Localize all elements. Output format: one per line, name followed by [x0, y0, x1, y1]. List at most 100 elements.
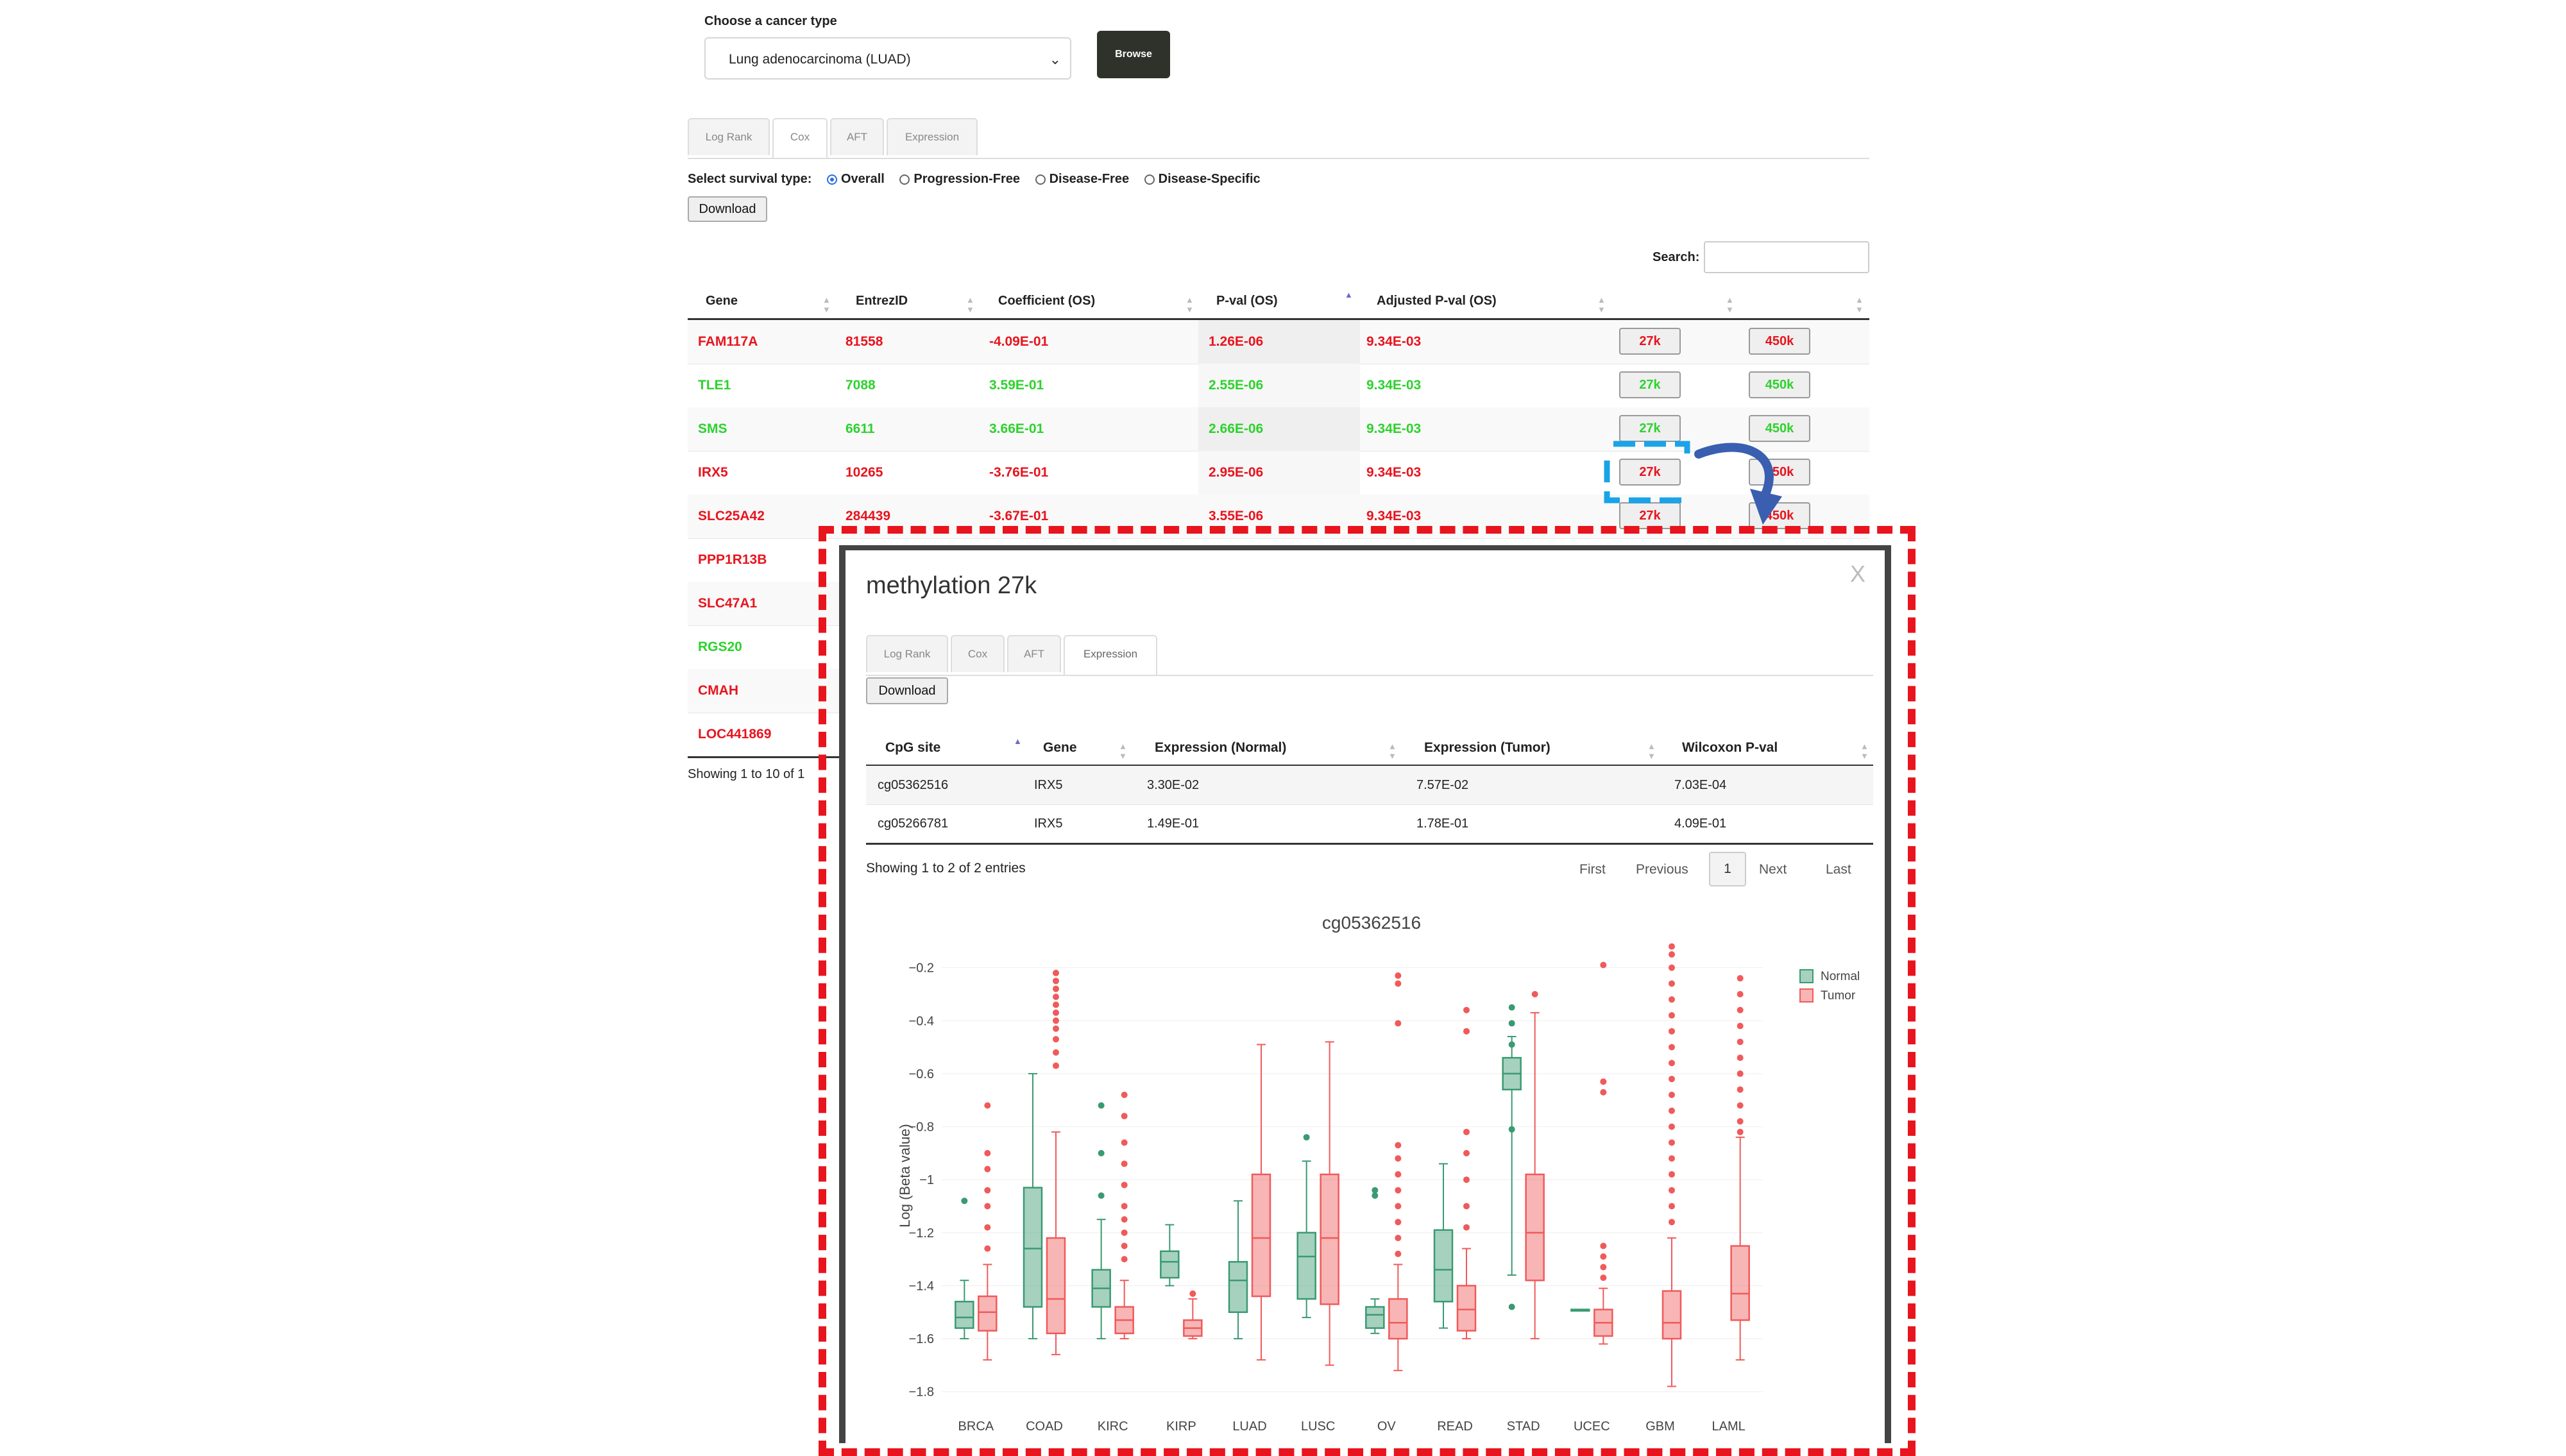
- outlier-point: [1121, 1242, 1128, 1249]
- outlier-point: [1395, 1155, 1402, 1162]
- outlier-point: [984, 1203, 991, 1210]
- sort-icon: ▲ ▼: [966, 295, 974, 314]
- gene-cell[interactable]: PPP1R13B: [698, 552, 767, 568]
- legend-label: Tumor: [1821, 989, 1856, 1003]
- modal-tab-expression[interactable]: Expression: [1064, 635, 1157, 675]
- col-wilcoxon[interactable]: Wilcoxon P-val: [1682, 740, 1778, 756]
- y-axis-label: Log (Beta value): [897, 1124, 913, 1227]
- adj-pval-cell: 9.34E-03: [1366, 465, 1422, 480]
- y-tick-label: −1.8: [909, 1385, 934, 1400]
- radio-progression-free[interactable]: Progression-Free: [899, 172, 1020, 186]
- col-gene[interactable]: Gene: [706, 294, 738, 309]
- modal-tab-log-rank[interactable]: Log Rank: [866, 635, 948, 672]
- btn-27k[interactable]: 27k: [1619, 371, 1681, 398]
- outlier-point: [1531, 990, 1538, 997]
- outlier-point: [1737, 1128, 1744, 1135]
- gene-cell[interactable]: SMS: [698, 421, 727, 437]
- legend-label: Normal: [1821, 970, 1860, 983]
- gene-cell[interactable]: IRX5: [698, 465, 728, 480]
- gene-cell[interactable]: RGS20: [698, 639, 742, 655]
- gene-cell[interactable]: SLC47A1: [698, 596, 757, 611]
- col-expr-normal[interactable]: Expression (Normal): [1155, 740, 1286, 756]
- x-tick-label: GBM: [1645, 1419, 1675, 1434]
- outlier-point: [1053, 969, 1059, 976]
- outlier-point: [1098, 1149, 1105, 1156]
- gene-cell[interactable]: SLC25A42: [698, 509, 765, 524]
- col-gene[interactable]: Gene: [1043, 740, 1077, 756]
- col-entrezid[interactable]: EntrezID: [856, 294, 908, 309]
- pval-cell: 3.55E-06: [1209, 509, 1264, 523]
- outlier-point: [984, 1149, 991, 1156]
- pager-last[interactable]: Last: [1826, 862, 1851, 877]
- adj-pval-cell: 9.34E-03: [1366, 509, 1422, 523]
- outlier-point: [1463, 1203, 1470, 1210]
- download-button[interactable]: Download: [688, 196, 767, 222]
- tab-expression[interactable]: Expression: [887, 118, 978, 155]
- expr-normal-cell: 3.30E-02: [1147, 778, 1200, 792]
- cancer-type-select[interactable]: Lung adenocarcinoma (LUAD) ⌄: [704, 37, 1071, 80]
- outlier-point: [1669, 1203, 1675, 1210]
- close-icon[interactable]: X: [1850, 561, 1865, 588]
- col-expr-tumor[interactable]: Expression (Tumor): [1424, 740, 1551, 756]
- radio-overall[interactable]: Overall: [827, 172, 885, 186]
- btn-450k[interactable]: 450k: [1749, 371, 1810, 398]
- cancer-type-label: Choose a cancer type: [704, 14, 837, 28]
- col-coefficient[interactable]: Coefficient (OS): [998, 294, 1095, 309]
- wilcoxon-cell: 4.09E-01: [1674, 817, 1727, 831]
- gene-cell[interactable]: CMAH: [698, 683, 738, 698]
- radio-disease-free[interactable]: Disease-Free: [1035, 172, 1129, 186]
- col-cpg-site[interactable]: CpG site: [885, 740, 940, 756]
- outlier-point: [1121, 1091, 1128, 1098]
- pval-cell: 2.95E-06: [1209, 465, 1264, 480]
- legend-swatch: [1799, 969, 1814, 983]
- pager-first[interactable]: First: [1579, 862, 1606, 877]
- box-tumor: [1388, 1298, 1408, 1340]
- gene-cell[interactable]: TLE1: [698, 378, 731, 393]
- outlier-point: [1053, 985, 1059, 992]
- outlier-point: [1669, 964, 1675, 971]
- sort-icon: ▲ ▼: [1860, 741, 1869, 761]
- pval-cell: 2.66E-06: [1209, 421, 1264, 436]
- tab-log-rank[interactable]: Log Rank: [688, 118, 770, 155]
- modal-tab-aft[interactable]: AFT: [1007, 635, 1061, 672]
- outlier-point: [984, 1102, 991, 1109]
- tab-aft[interactable]: AFT: [830, 118, 884, 155]
- tab-cox[interactable]: Cox: [772, 118, 828, 158]
- box-plot-chart: cg05362516−0.2−0.4−0.6−0.8−1−1.2−1.4−1.6…: [897, 913, 1860, 1434]
- radio-disease-specific[interactable]: Disease-Specific: [1144, 172, 1261, 186]
- btn-27k[interactable]: 27k: [1619, 328, 1681, 355]
- col-adj-pval[interactable]: Adjusted P-val (OS): [1377, 294, 1497, 309]
- btn-450k[interactable]: 450k: [1749, 328, 1810, 355]
- cpg-cell: cg05266781: [878, 817, 949, 831]
- y-tick-label: −0.6: [909, 1067, 934, 1081]
- entrez-cell: 81558: [845, 334, 883, 349]
- y-tick-label: −1.6: [909, 1332, 934, 1346]
- outlier-point: [1098, 1192, 1105, 1199]
- modal-tab-cox[interactable]: Cox: [951, 635, 1005, 672]
- outlier-point: [1737, 1022, 1744, 1029]
- outlier-point: [1053, 1049, 1059, 1056]
- outlier-point: [1737, 1006, 1744, 1013]
- modal-download-button[interactable]: Download: [866, 677, 948, 704]
- pager-next[interactable]: Next: [1759, 862, 1787, 877]
- outlier-point: [1669, 1044, 1675, 1051]
- search-input[interactable]: [1704, 241, 1869, 273]
- adj-pval-cell: 9.34E-03: [1366, 378, 1422, 393]
- col-pval[interactable]: P-val (OS): [1216, 294, 1278, 309]
- sort-icon: ▲ ▼: [1597, 295, 1606, 314]
- pager-previous[interactable]: Previous: [1636, 862, 1688, 877]
- gene-cell[interactable]: LOC441869: [698, 727, 771, 742]
- chevron-down-icon: ⌄: [1049, 51, 1061, 67]
- table-header: Gene EntrezID Coefficient (OS) P-val (OS…: [688, 285, 1869, 320]
- outlier-point: [1395, 1187, 1402, 1194]
- outlier-point: [1121, 1229, 1128, 1236]
- pager-page-1[interactable]: 1: [1709, 852, 1746, 886]
- outlier-point: [1121, 1203, 1128, 1210]
- entrez-cell: 7088: [845, 378, 876, 393]
- browse-button[interactable]: Browse: [1097, 31, 1170, 78]
- outlier-point: [1737, 990, 1744, 997]
- gene-cell[interactable]: FAM117A: [698, 334, 758, 350]
- outlier-point: [1463, 1224, 1470, 1231]
- outlier-point: [1395, 1171, 1402, 1178]
- outlier-point: [1053, 994, 1059, 1001]
